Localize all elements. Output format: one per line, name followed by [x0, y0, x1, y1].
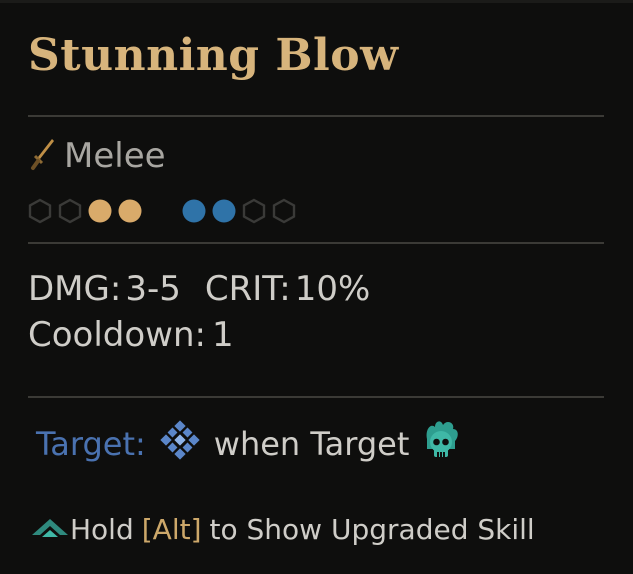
crit-value: 10% — [294, 269, 371, 309]
target-4-empty-icon — [271, 197, 297, 225]
rank-4-launch-icon — [117, 197, 143, 225]
skill-title: Stunning Blow — [28, 30, 399, 81]
rank-2-empty-icon — [57, 197, 83, 225]
dagger-icon — [30, 137, 56, 175]
hint-alt-key: [Alt] — [141, 512, 202, 546]
stats-block: DMG: 3-5 CRIT: 10% Cooldown: 1 — [28, 266, 370, 358]
crit-label: CRIT: — [204, 269, 291, 309]
divider-top — [28, 115, 604, 117]
skill-type-label: Melee — [64, 136, 166, 176]
when-target-text: when Target — [213, 425, 410, 463]
skill-tooltip: Stunning Blow Melee DMG: 3-5 CRIT: 10% C… — [0, 0, 633, 574]
divider-bottom — [28, 396, 604, 398]
target-1-icon — [181, 197, 207, 225]
hint-suffix-text: to Show Upgraded Skill — [209, 512, 535, 546]
damage-crit-line: DMG: 3-5 CRIT: 10% — [28, 266, 370, 312]
cooldown-line: Cooldown: 1 — [28, 312, 370, 358]
cooldown-value: 1 — [212, 315, 234, 355]
target-3-empty-icon — [241, 197, 267, 225]
cooldown-label: Cooldown: — [28, 315, 206, 355]
rank-1-empty-icon — [27, 197, 53, 225]
rank-indicator — [27, 194, 301, 228]
hint-hold-text: Hold — [70, 512, 134, 546]
target-label: Target: — [36, 425, 146, 463]
divider-middle — [28, 242, 604, 244]
dmg-label: DMG: — [28, 269, 122, 309]
skill-type-row: Melee — [30, 136, 166, 176]
target-2-icon — [211, 197, 237, 225]
flaming-skull-icon — [421, 419, 461, 469]
stun-icon — [160, 420, 200, 468]
dmg-value: 3-5 — [125, 269, 181, 309]
rank-3-launch-icon — [87, 197, 113, 225]
upgrade-hint-row: Hold [Alt] to Show Upgraded Skill — [30, 508, 535, 550]
upgrade-chevron-icon — [30, 513, 70, 546]
tooltip-top-edge — [0, 0, 633, 3]
target-effect-row: Target: when Target — [36, 419, 461, 469]
